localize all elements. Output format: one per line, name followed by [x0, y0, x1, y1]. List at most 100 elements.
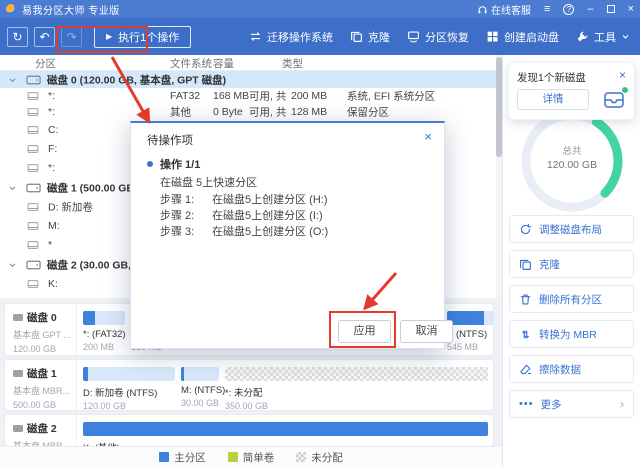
partition-row[interactable]: *: 其他 0 Byte 可用, 共 128 MB 保留分区: [0, 104, 497, 120]
partition-bar: [83, 311, 125, 325]
partition-used-fill: [83, 311, 95, 325]
sidebar-action-clone[interactable]: 克隆: [509, 250, 634, 278]
cancel-button[interactable]: 取消: [400, 320, 453, 343]
close-button[interactable]: ×: [628, 3, 634, 15]
disk-card-title: 磁盘 0: [13, 310, 76, 325]
disk-card-partitions: K: (其他)30.00 GB: [83, 422, 488, 446]
sidebar-action-adjust[interactable]: 调整磁盘布局: [509, 215, 634, 243]
toolbar-action-recover[interactable]: 分区恢复: [407, 29, 469, 45]
recover-icon: [407, 30, 420, 43]
disk-mini-icon: [13, 314, 23, 321]
sidebar-action-convert[interactable]: 转换为 MBR: [509, 320, 634, 348]
erase-icon: [519, 363, 532, 376]
operation-step: 步骤 1: 在磁盘5上创建分区 (H:): [160, 191, 328, 207]
legend-label: 简单卷: [242, 451, 275, 464]
row-name: D: 新加卷: [48, 201, 93, 214]
operation-step: 步骤 3: 在磁盘5上创建分区 (O:): [160, 223, 328, 239]
row-capacity-separator: 可用, 共: [249, 106, 287, 119]
apply-button[interactable]: 应用: [338, 320, 391, 343]
disk-row[interactable]: 磁盘 0 (120.00 GB, 基本盘, GPT 磁盘): [0, 71, 497, 88]
collapse-chevron-icon[interactable]: [8, 75, 17, 84]
disk-card-name: 磁盘 1: [27, 368, 57, 380]
help-button[interactable]: ?: [563, 3, 575, 15]
row-total-space: 128 MB: [291, 106, 328, 118]
undo-button[interactable]: ↶: [34, 26, 55, 47]
partition-row[interactable]: *: FAT32 168 MB 可用, 共 200 MB 系统, EFI 系统分区: [0, 88, 497, 104]
partition-label: *: (FAT32): [83, 329, 126, 340]
partition-label: *: (NTFS): [447, 329, 488, 340]
refresh-button[interactable]: ↻: [7, 26, 28, 47]
partition-block[interactable]: K: (其他)30.00 GB: [83, 422, 488, 446]
maximize-button[interactable]: [606, 5, 615, 13]
menu-button[interactable]: ≡: [544, 3, 550, 15]
toolbar-action-label: 克隆: [368, 31, 390, 44]
disk-card: 磁盘 1 基本盘 MBR... 500.00 GB D: 新加卷 (NTFS) 120.…: [4, 359, 494, 411]
partition-bar: [83, 367, 175, 381]
disk-icon: [26, 74, 41, 85]
partition-label: K: (其他): [83, 440, 488, 446]
chevron-right-icon: ›: [620, 397, 624, 411]
online-service-label: 在线客服: [491, 5, 532, 17]
partition-icon: [27, 144, 39, 154]
dialog-close-icon[interactable]: ×: [424, 129, 432, 144]
operation-count-label: 操作 1/1: [160, 159, 201, 171]
notification-close-icon[interactable]: ×: [619, 68, 626, 82]
partition-label: M: (NTFS): [181, 385, 226, 396]
execute-operations-button[interactable]: ▶ 执行1个操作: [94, 25, 192, 48]
toolbar-action-tools[interactable]: 工具: [576, 29, 630, 45]
toolbar-action-migrate[interactable]: 迁移操作系统: [249, 29, 333, 45]
partition-block[interactable]: *: (NTFS) 545 MB: [447, 311, 493, 352]
sidebar-action-trash[interactable]: 删除所有分区: [509, 285, 634, 313]
toolbar-action-clone[interactable]: 克隆: [350, 29, 390, 45]
row-name: *:: [48, 106, 56, 118]
step-label: 步骤 1:: [160, 194, 195, 206]
toolbar-action-label: 迁移操作系统: [267, 31, 333, 44]
row-capacity-separator: 可用, 共: [249, 90, 287, 103]
disk-card-type: 基本盘 MBR...: [13, 441, 71, 447]
partition-block[interactable]: *: (FAT32) 200 MB: [83, 311, 126, 352]
window-title: 易我分区大师 专业版: [22, 5, 120, 17]
pending-operations-dialog: 待操作项 × 操作 1/1 在磁盘 5上快速分区 步骤 1: 在磁盘5上创建分区 …: [130, 121, 453, 349]
capacity-donut-chart: 总共 120.00 GB: [514, 103, 630, 219]
partition-block[interactable]: D: 新加卷 (NTFS) 120.00 GB: [83, 367, 175, 410]
partition-icon: [27, 163, 39, 173]
clone-icon: [519, 258, 532, 271]
partition-bar: [447, 311, 493, 325]
collapse-chevron-icon[interactable]: [8, 183, 17, 192]
sidebar-action-erase[interactable]: 擦除数据: [509, 355, 634, 383]
disk-card-label: 磁盘 0 基本盘 GPT ... 120.00 GB: [5, 304, 77, 355]
row-name: C:: [48, 123, 59, 136]
disk-card-type: 基本盘 GPT ...: [13, 330, 71, 340]
online-service-button[interactable]: 在线客服: [477, 2, 531, 17]
clone-icon: [350, 30, 363, 43]
redo-button[interactable]: ↷: [61, 26, 82, 47]
sidebar-action-label: 调整磁盘布局: [539, 223, 602, 236]
legend-item: 简单卷: [227, 450, 275, 465]
execute-operations-label: 执行1个操作: [118, 31, 180, 44]
row-name: *: [48, 239, 53, 252]
col-header-type: 类型: [282, 58, 303, 70]
minimize-button[interactable]: –: [587, 3, 593, 15]
bullet-icon: [147, 161, 153, 167]
partition-size: 545 MB: [447, 342, 479, 352]
disk-card: 磁盘 2基本盘 MBR...30.00 GBK: (其他)30.00 GB: [4, 414, 494, 447]
toolbar-action-boot[interactable]: 创建启动盘: [486, 29, 559, 45]
chevron-down-icon: [621, 32, 630, 41]
partition-icon: [27, 91, 39, 101]
partition-icon: [27, 221, 39, 231]
partition-icon: [27, 240, 39, 250]
partition-block[interactable]: M: (NTFS) 30.00 GB: [181, 367, 226, 410]
partition-block[interactable]: *: 未分配 350.00 GB: [225, 367, 488, 410]
row-name: *:: [48, 90, 56, 102]
app-logo-icon: [6, 3, 17, 15]
notification-details-button[interactable]: 详情: [517, 89, 589, 110]
disk-card-type: 基本盘 MBR...: [13, 386, 71, 396]
sidebar-action-more[interactable]: ••• 更多 ›: [509, 390, 634, 418]
collapse-chevron-icon[interactable]: [8, 260, 17, 269]
col-header-partition: 分区: [35, 58, 56, 70]
partition-icon: [27, 202, 39, 212]
disk-card-label: 磁盘 2基本盘 MBR...30.00 GB: [5, 415, 77, 446]
tools-icon: [576, 30, 589, 43]
legend-label: 未分配: [311, 451, 343, 464]
help-icon: ?: [563, 3, 575, 15]
